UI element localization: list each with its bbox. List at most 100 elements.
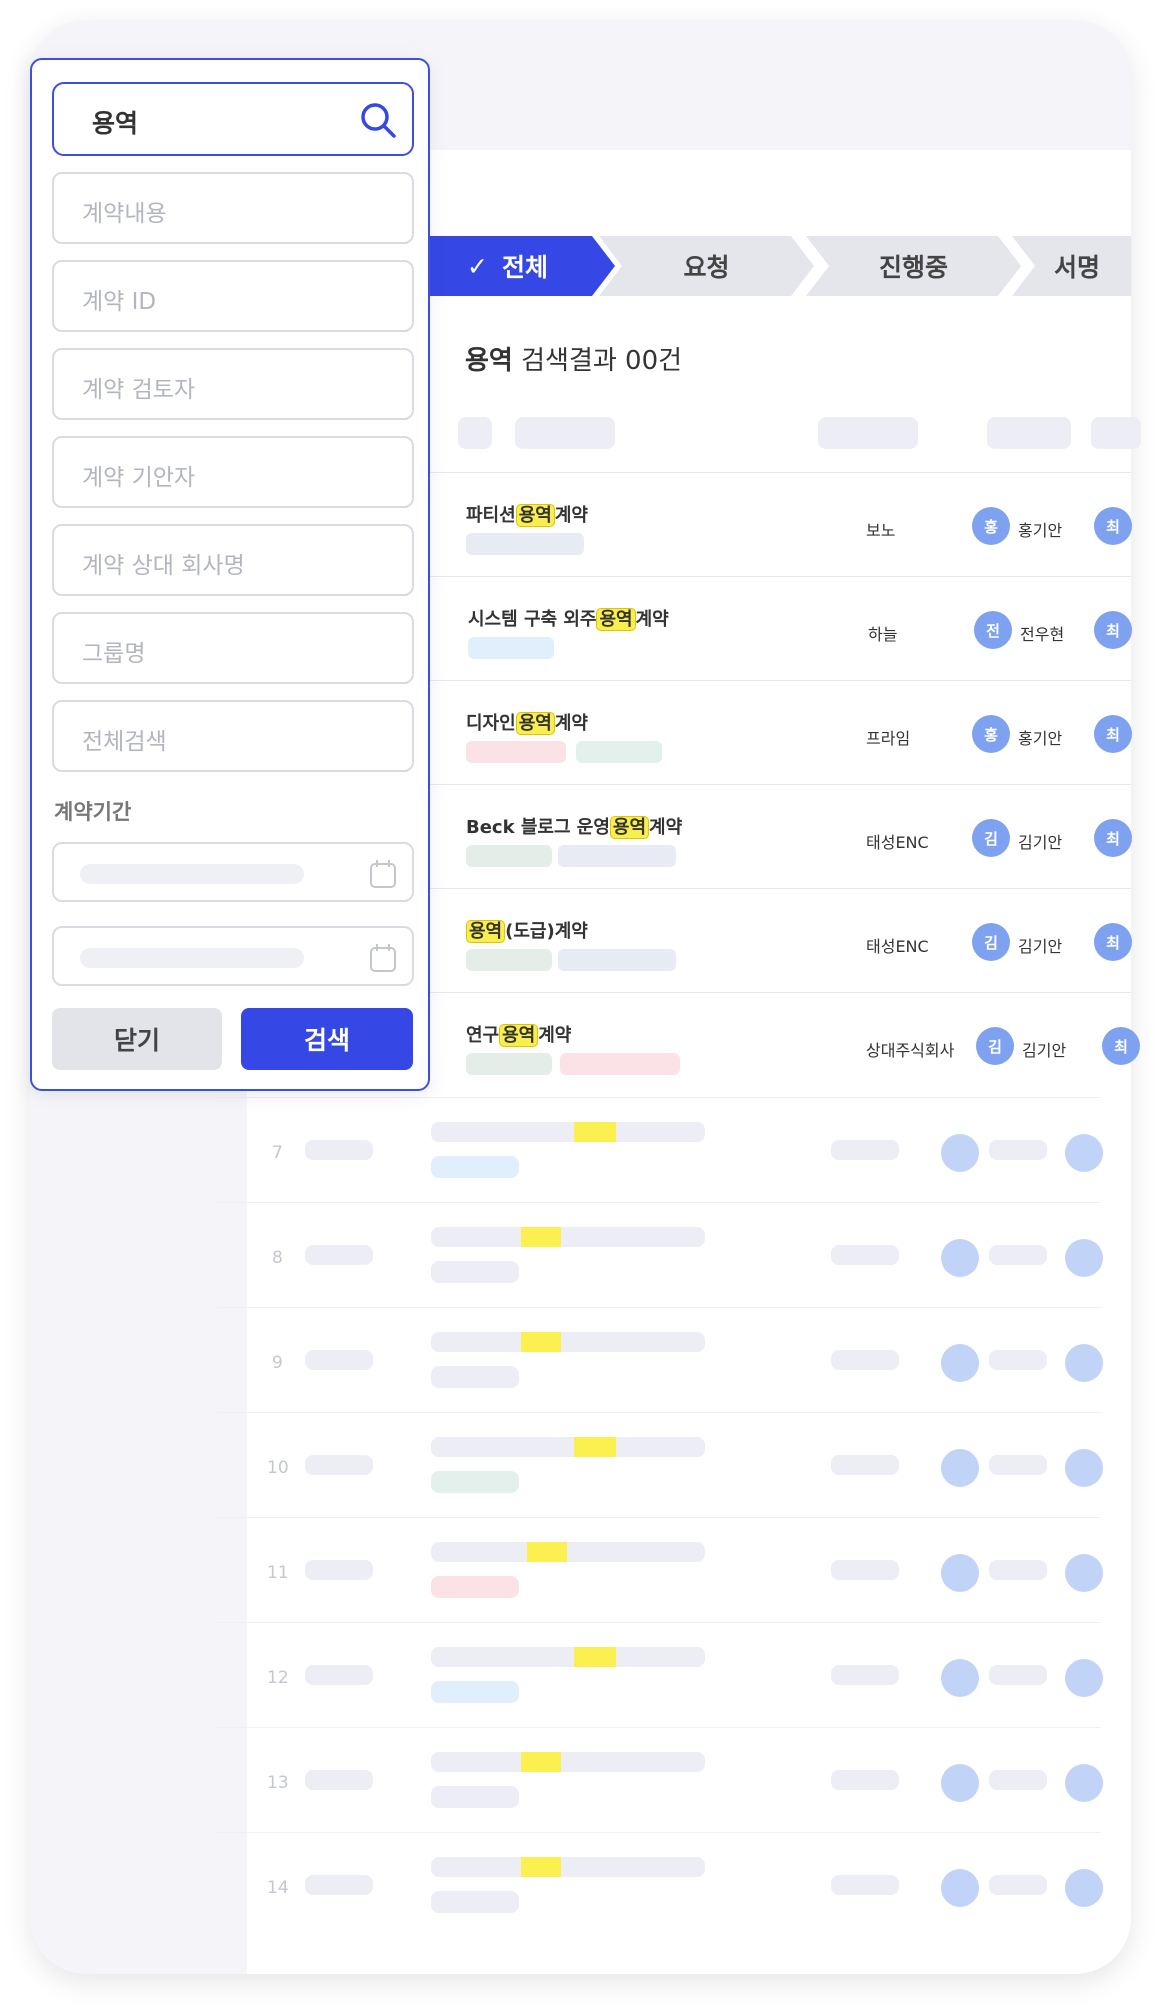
avatar: 최	[1102, 1027, 1140, 1065]
skeleton-row: 7	[217, 1097, 1103, 1202]
keyword-highlight	[574, 1122, 616, 1142]
avatar: 김	[972, 819, 1010, 857]
group-name-field[interactable]: 그룹명	[52, 612, 414, 684]
avatar: 최	[1094, 715, 1132, 753]
calendar-icon[interactable]	[368, 858, 398, 890]
contract-title: 용역 (도급)계약	[466, 917, 588, 943]
skeleton-row: 8	[217, 1202, 1103, 1307]
result-summary: 용역 검색결과 00건	[465, 340, 682, 377]
contract-title: Beck 블로그 운영 용역 계약	[466, 816, 683, 839]
contract-reviewer-field[interactable]: 계약 검토자	[52, 348, 414, 420]
avatar	[941, 1239, 979, 1277]
keyword-highlight: 용역	[515, 712, 555, 735]
row-number: 9	[272, 1353, 283, 1373]
tab-all-label: 전체	[501, 253, 548, 282]
contract-id-field[interactable]: 계약 ID	[52, 260, 414, 332]
row-number: 8	[272, 1248, 283, 1268]
row-number: 14	[267, 1878, 289, 1898]
tab-request[interactable]: 요청	[599, 236, 814, 296]
contract-content-field[interactable]: 계약내용	[52, 172, 414, 244]
keyword-highlight	[521, 1332, 561, 1352]
drafter-name: 전우현	[1020, 625, 1065, 644]
result-keyword: 용역	[465, 346, 513, 376]
row-number: 13	[267, 1773, 289, 1793]
calendar-icon[interactable]	[368, 942, 398, 974]
skeleton-row: 11	[217, 1517, 1103, 1622]
table-row[interactable]: 디자인 용역 계약 프라임 홍 홍기안 최	[400, 680, 1132, 784]
drafter-name: 김기안	[1018, 937, 1063, 956]
keyword-highlight	[521, 1227, 561, 1247]
search-icon[interactable]	[358, 100, 398, 140]
table-row[interactable]: Beck 블로그 운영 용역 계약 태성ENC 김 김기안 최	[400, 784, 1132, 888]
tag	[560, 1053, 680, 1075]
search-input[interactable]: 용역	[52, 82, 414, 156]
check-icon: ✓	[467, 251, 488, 281]
company-name: 태성ENC	[866, 937, 929, 956]
contract-title: 디자인 용역 계약	[466, 712, 588, 735]
avatar: 최	[1094, 923, 1132, 961]
period-label: 계약기간	[54, 800, 132, 824]
keyword-highlight	[574, 1437, 616, 1457]
company-name: 보노	[866, 521, 896, 540]
row-number: 7	[272, 1143, 283, 1163]
status-steps: ✓ 전체 요청 진행중 서명	[400, 236, 1131, 296]
table-row[interactable]: 시스템 구축 외주 용역 계약 하늘 전 전우현 최	[400, 576, 1132, 680]
keyword-highlight: 용역	[499, 1024, 539, 1047]
end-date-field[interactable]	[52, 926, 414, 986]
keyword-highlight: 용역	[609, 816, 650, 839]
skeleton-row: 10	[217, 1412, 1103, 1517]
avatar	[941, 1554, 979, 1592]
skeleton-row: 13	[217, 1727, 1103, 1832]
contract-title: 시스템 구축 외주 용역 계약	[468, 608, 669, 631]
table-row[interactable]: 용역 (도급)계약 태성ENC 김 김기안 최	[400, 888, 1132, 992]
contract-drafter-field[interactable]: 계약 기안자	[52, 436, 414, 508]
row-number: 10	[267, 1458, 289, 1478]
avatar	[1065, 1659, 1103, 1697]
keyword-highlight	[521, 1857, 561, 1877]
keyword-highlight: 용역	[466, 920, 506, 943]
start-date-field[interactable]	[52, 842, 414, 902]
tab-in-progress-label: 진행중	[878, 253, 948, 282]
close-button[interactable]: 닫기	[52, 1008, 222, 1070]
avatar: 홍	[972, 507, 1010, 545]
header-placeholder	[818, 417, 918, 449]
contract-title: 파티션 용역 계약	[466, 504, 588, 527]
drafter-name: 김기안	[1022, 1041, 1067, 1060]
search-query: 용역	[92, 109, 139, 138]
table-row[interactable]: 연구 용역 계약 상대주식회사 김 김기안 최	[400, 992, 1140, 1096]
avatar: 최	[1094, 819, 1132, 857]
drafter-name: 홍기안	[1018, 521, 1063, 540]
tag	[466, 533, 584, 555]
avatar	[1065, 1869, 1103, 1907]
tab-all[interactable]: ✓ 전체	[400, 236, 615, 296]
header-placeholder	[515, 417, 615, 449]
avatar: 홍	[972, 715, 1010, 753]
row-number: 12	[267, 1668, 289, 1688]
drafter-name: 홍기안	[1018, 729, 1063, 748]
avatar	[1065, 1239, 1103, 1277]
keyword-highlight: 용역	[515, 504, 555, 527]
tag	[466, 741, 566, 763]
tag	[466, 949, 552, 971]
avatar	[941, 1869, 979, 1907]
row-number: 11	[267, 1563, 289, 1583]
full-search-field[interactable]: 전체검색	[52, 700, 414, 772]
avatar: 최	[1094, 507, 1132, 545]
avatar	[1065, 1764, 1103, 1802]
keyword-highlight	[574, 1647, 616, 1667]
avatar: 김	[972, 923, 1010, 961]
keyword-highlight: 용역	[596, 608, 636, 631]
skeleton-row: 12	[217, 1622, 1103, 1727]
tab-in-progress[interactable]: 진행중	[806, 236, 1021, 296]
avatar	[941, 1344, 979, 1382]
counterparty-company-field[interactable]: 계약 상대 회사명	[52, 524, 414, 596]
tab-sign[interactable]: 서명	[1012, 236, 1131, 296]
avatar: 김	[976, 1027, 1014, 1065]
keyword-highlight	[521, 1752, 561, 1772]
tag	[576, 741, 662, 763]
tag	[466, 845, 552, 867]
filter-panel: 용역 계약내용 계약 ID 계약 검토자 계약 기안자 계약 상대 회사명 그룹…	[30, 58, 430, 1091]
search-button[interactable]: 검색	[241, 1008, 413, 1070]
table-row[interactable]: 파티션 용역 계약 보노 홍 홍기안 최	[400, 472, 1132, 576]
skeleton-row: 14	[217, 1832, 1103, 1937]
